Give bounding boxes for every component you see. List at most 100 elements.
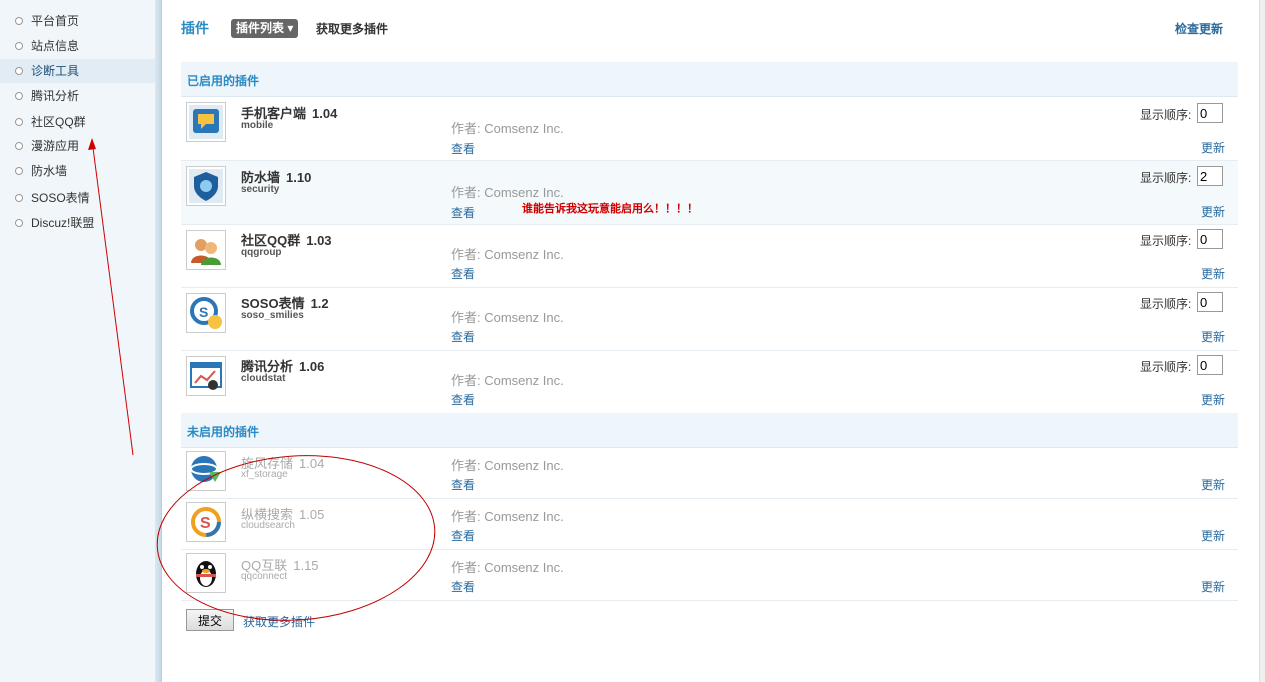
view-link[interactable]: 查看: [451, 328, 475, 345]
qq-penguin-icon: [186, 553, 226, 593]
view-link[interactable]: 查看: [451, 527, 475, 544]
update-link[interactable]: 更新: [1201, 391, 1225, 408]
sidebar-item-label: SOSO表情: [31, 191, 90, 205]
plugin-identifier: cloudsearch: [241, 520, 295, 531]
bullet-icon: [15, 167, 23, 175]
display-order-label: 显示顺序:: [1140, 171, 1192, 185]
shield-icon: [186, 166, 226, 206]
display-order-input[interactable]: [1197, 292, 1223, 312]
view-link[interactable]: 查看: [451, 140, 475, 157]
update-link[interactable]: 更新: [1201, 578, 1225, 595]
plugin-identifier: qqconnect: [241, 571, 288, 582]
plugin-author: 作者: Comsenz Inc.: [451, 509, 564, 524]
display-order-label: 显示顺序:: [1140, 360, 1192, 374]
sidebar-item-qq-group[interactable]: 社区QQ群: [0, 110, 155, 134]
display-order-input[interactable]: [1197, 166, 1223, 186]
view-link[interactable]: 查看: [451, 204, 475, 221]
bullet-icon: [15, 118, 23, 126]
update-link[interactable]: 更新: [1201, 203, 1225, 220]
submit-button[interactable]: 提交: [186, 609, 234, 631]
plugin-author: 作者: Comsenz Inc.: [451, 310, 564, 325]
view-link[interactable]: 查看: [451, 265, 475, 282]
bullet-icon: [15, 92, 23, 100]
bullet-icon: [15, 42, 23, 50]
sidebar-item-label: 诊断工具: [31, 64, 80, 78]
disabled-plugins-header: 未启用的插件: [181, 413, 1238, 448]
sidebar-item-label: 社区QQ群: [31, 115, 86, 129]
plugin-author: 作者: Comsenz Inc.: [451, 185, 564, 200]
plugin-row-cloudstat: 腾讯分析 1.06 cloudstat 作者: Comsenz Inc. 查看 显…: [181, 351, 1238, 414]
update-link[interactable]: 更新: [1201, 476, 1225, 493]
bullet-icon: [15, 17, 23, 25]
sidebar-divider: [155, 0, 162, 682]
sidebar-item-label: 防水墙: [31, 164, 68, 178]
get-more-plugins-link[interactable]: 获取更多插件: [316, 20, 388, 37]
sidebar-item-diagnostics[interactable]: 诊断工具: [0, 59, 155, 83]
plugin-author: 作者: Comsenz Inc.: [451, 560, 564, 575]
view-link[interactable]: 查看: [451, 391, 475, 408]
storage-download-icon: [186, 451, 226, 491]
sidebar-item-tencent-analytics[interactable]: 腾讯分析: [0, 84, 155, 108]
plugin-row-cloudsearch: S 纵横搜索 1.05 cloudsearch 作者: Comsenz Inc. …: [181, 499, 1238, 550]
display-order-label: 显示顺序:: [1140, 297, 1192, 311]
plugin-identifier: xf_storage: [241, 469, 288, 480]
sidebar-item-platform-home[interactable]: 平台首页: [0, 9, 155, 33]
sidebar-item-discuz-union[interactable]: Discuz!联盟: [0, 211, 155, 235]
bullet-icon: [15, 142, 23, 150]
display-order-label: 显示顺序:: [1140, 234, 1192, 248]
analytics-icon: [186, 356, 226, 396]
update-link[interactable]: 更新: [1201, 328, 1225, 345]
plugin-author: 作者: Comsenz Inc.: [451, 458, 564, 473]
display-order-input[interactable]: [1197, 103, 1223, 123]
display-order-input[interactable]: [1197, 355, 1223, 375]
plugin-row-security: 防水墙 1.10 security 作者: Comsenz Inc. 查看 显示顺…: [181, 161, 1238, 225]
sidebar-item-soso-smilies[interactable]: SOSO表情: [0, 186, 155, 210]
enabled-plugins-header: 已启用的插件: [181, 62, 1238, 97]
plugin-row-xf-storage: 旋风存储 1.04 xf_storage 作者: Comsenz Inc. 查看 …: [181, 448, 1238, 499]
plugin-author: 作者: Comsenz Inc.: [451, 247, 564, 262]
section-title: 未启用的插件: [187, 425, 260, 439]
soso-smile-icon: S: [186, 293, 226, 333]
view-link[interactable]: 查看: [451, 578, 475, 595]
sidebar-item-site-info[interactable]: 站点信息: [0, 34, 155, 58]
plugin-identifier: qqgroup: [241, 247, 282, 258]
plugin-identifier: cloudstat: [241, 373, 286, 384]
display-order-label: 显示顺序:: [1140, 108, 1192, 122]
sidebar: 平台首页 站点信息 诊断工具 腾讯分析 社区QQ群 漫游应用 防水墙 SOSO表…: [0, 0, 155, 682]
plugin-row-qqgroup: 社区QQ群 1.03 qqgroup 作者: Comsenz Inc. 查看 显示…: [181, 225, 1238, 288]
plugin-identifier: mobile: [241, 120, 274, 131]
plugin-author: 作者: Comsenz Inc.: [451, 121, 564, 136]
svg-text:S: S: [200, 515, 211, 532]
search-s-icon: S: [186, 502, 226, 542]
sidebar-item-label: 站点信息: [31, 39, 80, 53]
sidebar-item-firewall[interactable]: 防水墙: [0, 159, 155, 183]
plugin-row-mobile: 手机客户端 1.04 mobile 作者: Comsenz Inc. 查看 显示顺…: [181, 97, 1238, 161]
section-title: 已启用的插件: [187, 74, 260, 88]
update-link[interactable]: 更新: [1201, 265, 1225, 282]
plugin-list-dropdown[interactable]: 插件列表 ▾: [231, 19, 299, 38]
bullet-icon: [15, 219, 23, 227]
bullet-icon: [15, 67, 23, 75]
sidebar-item-roaming-apps[interactable]: 漫游应用: [0, 134, 155, 158]
sidebar-item-label: Discuz!联盟: [31, 216, 95, 230]
update-link[interactable]: 更新: [1201, 527, 1225, 544]
sidebar-item-label: 腾讯分析: [31, 89, 80, 103]
svg-text:S: S: [199, 304, 208, 320]
get-more-plugins-link[interactable]: 获取更多插件: [243, 613, 315, 630]
page-title: 插件: [181, 20, 209, 36]
check-update-link[interactable]: 检查更新: [1175, 20, 1223, 37]
users-icon: [186, 230, 226, 270]
view-link[interactable]: 查看: [451, 476, 475, 493]
plugin-row-soso-smilies: S SOSO表情 1.2 soso_smilies 作者: Comsenz Inc…: [181, 288, 1238, 351]
plugin-identifier: security: [241, 184, 280, 195]
plugin-author: 作者: Comsenz Inc.: [451, 373, 564, 388]
annotation-note: 谁能告诉我这玩意能启用么！！！！: [522, 203, 698, 215]
sidebar-item-label: 漫游应用: [31, 139, 80, 153]
sidebar-item-label: 平台首页: [31, 14, 80, 28]
update-link[interactable]: 更新: [1201, 139, 1225, 156]
mobile-icon: [186, 102, 226, 142]
bullet-icon: [15, 194, 23, 202]
plugin-identifier: soso_smilies: [241, 310, 304, 321]
scrollbar[interactable]: [1259, 0, 1265, 682]
display-order-input[interactable]: [1197, 229, 1223, 249]
